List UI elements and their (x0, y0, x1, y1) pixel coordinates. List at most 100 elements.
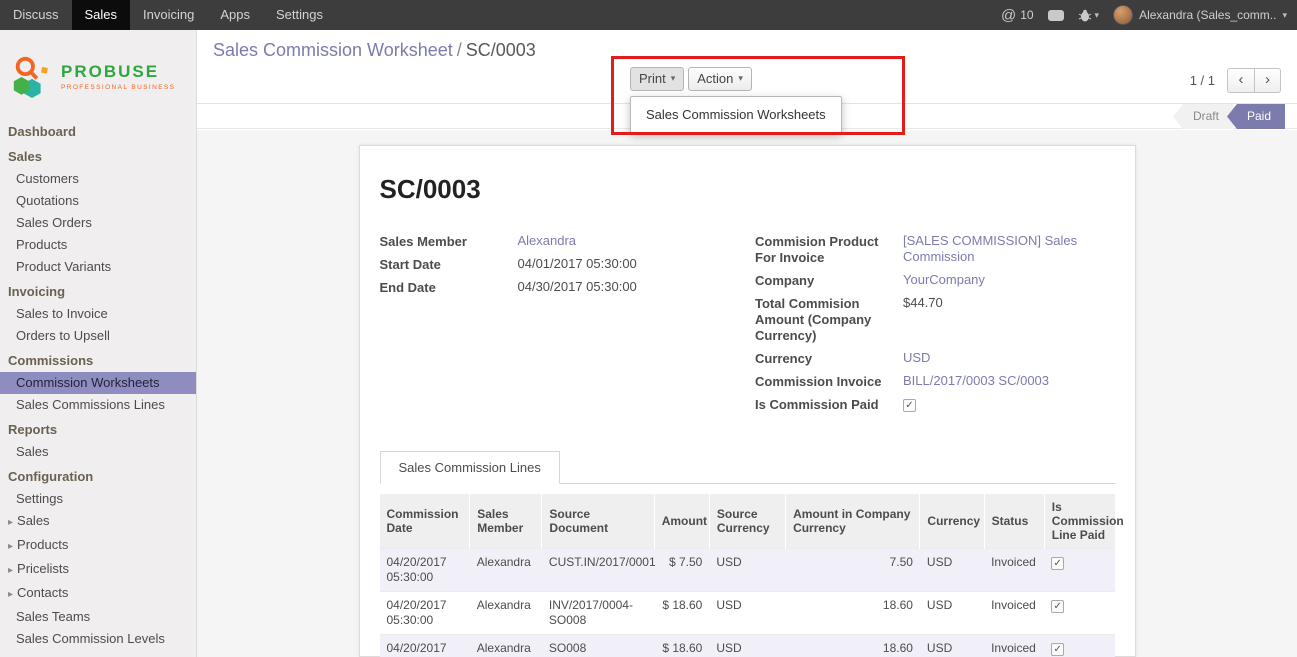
toolbar: Print ▾ Action ▾ (630, 67, 756, 91)
avatar (1113, 5, 1133, 25)
chevron-down-icon: ▾ (1095, 10, 1100, 21)
pager: 1 / 1 ‹ › (1190, 68, 1281, 93)
breadcrumb-parent-link[interactable]: Sales Commission Worksheet (213, 40, 453, 60)
table-header-row: Commission Date Sales Member Source Docu… (380, 494, 1115, 549)
menu-invoicing[interactable]: Invoicing (130, 0, 207, 30)
sidebar-item-config-products[interactable]: ▸Products (0, 534, 196, 558)
status-paid[interactable]: Paid (1227, 104, 1285, 129)
cell-source-document: SO008 (542, 635, 654, 657)
user-menu[interactable]: Alexandra (Sales_comm.. ▾ (1113, 5, 1287, 25)
field-row: Currency USD (755, 350, 1115, 367)
sidebar-section-invoicing[interactable]: Invoicing (0, 278, 196, 303)
sidebar-item-sales-commissions-lines[interactable]: Sales Commissions Lines (0, 394, 196, 416)
sidebar-item-orders-to-upsell[interactable]: Orders to Upsell (0, 325, 196, 347)
field-row: Commission Invoice BILL/2017/0003 SC/000… (755, 373, 1115, 390)
sidebar-section-sales[interactable]: Sales (0, 143, 196, 168)
checked-checkbox-icon: ✓ (1051, 557, 1064, 570)
column-header-amount[interactable]: Amount (654, 494, 709, 549)
announcements-button[interactable]: @ 10 (1001, 7, 1034, 24)
breadcrumb: Sales Commission Worksheet/SC/0003 (213, 40, 536, 61)
cell-amount: $ 18.60 (654, 592, 709, 635)
debug-menu[interactable]: ▾ (1078, 9, 1100, 22)
cell-amount-company: 7.50 (786, 549, 920, 592)
column-header-commission-date[interactable]: Commission Date (380, 494, 470, 549)
mention-count: 10 (1020, 8, 1033, 22)
sidebar-item-customers[interactable]: Customers (0, 168, 196, 190)
sidebar-item-sales-commission-levels[interactable]: Sales Commission Levels (0, 628, 196, 650)
status-draft[interactable]: Draft (1173, 104, 1233, 129)
checked-checkbox-icon: ✓ (1051, 600, 1064, 613)
sidebar-section-dashboard[interactable]: Dashboard (0, 118, 196, 143)
column-header-amount-company[interactable]: Amount in Company Currency (786, 494, 920, 549)
field-row: End Date 04/30/2017 05:30:00 (380, 279, 748, 296)
sidebar-item-product-variants[interactable]: Product Variants (0, 256, 196, 278)
table-row[interactable]: 04/20/2017 05:30:00 Alexandra CUST.IN/20… (380, 549, 1115, 592)
cell-commission-date: 04/20/2017 05:30:00 (380, 549, 470, 592)
sidebar-item-quotations[interactable]: Quotations (0, 190, 196, 212)
probuse-logo: PROBUSE PROFESSIONAL BUSINESS (0, 30, 196, 118)
pager-next-button[interactable]: › (1254, 68, 1281, 93)
sidebar-section-configuration[interactable]: Configuration (0, 463, 196, 488)
statusbar: Draft Paid (1173, 104, 1285, 129)
field-value-company[interactable]: YourCompany (903, 272, 985, 287)
column-header-source-currency[interactable]: Source Currency (709, 494, 785, 549)
cell-currency: USD (920, 592, 984, 635)
sidebar-item-label: Pricelists (17, 561, 69, 576)
sidebar-item-commission-worksheets[interactable]: Commission Worksheets (0, 372, 196, 394)
table-row[interactable]: 04/20/2017 10:35:53 Alexandra SO008 $ 18… (380, 635, 1115, 657)
table-row[interactable]: 04/20/2017 05:30:00 Alexandra INV/2017/0… (380, 592, 1115, 635)
form-fields: Sales Member Alexandra Start Date 04/01/… (380, 233, 1115, 419)
sidebar-item-pricelists[interactable]: ▸ Pricelists (0, 558, 196, 582)
sidebar-section-commissions[interactable]: Commissions (0, 347, 196, 372)
menu-item-sales-commission-worksheets[interactable]: Sales Commission Worksheets (631, 101, 841, 128)
sidebar-item-config-sales[interactable]: ▸Sales (0, 510, 196, 534)
top-navbar: Discuss Sales Invoicing Apps Settings @ … (0, 0, 1297, 30)
column-header-sales-member[interactable]: Sales Member (470, 494, 542, 549)
field-row: Commision Product For Invoice [SALES COM… (755, 233, 1115, 266)
cell-line-paid: ✓ (1044, 549, 1114, 592)
sidebar-item-settings[interactable]: Settings (0, 488, 196, 510)
action-button[interactable]: Action ▾ (688, 67, 752, 91)
cell-source-document: CUST.IN/2017/0001 (542, 549, 654, 592)
cell-status: Invoiced (984, 592, 1044, 635)
chevron-right-icon: › (1265, 71, 1270, 88)
menu-discuss[interactable]: Discuss (0, 0, 72, 30)
column-header-source-document[interactable]: Source Document (542, 494, 654, 549)
column-header-currency[interactable]: Currency (920, 494, 984, 549)
field-row: Total Commision Amount (Company Currency… (755, 295, 1115, 344)
field-value-sales-member[interactable]: Alexandra (518, 233, 577, 248)
sidebar-item-label: Contacts (17, 585, 68, 600)
field-value-total-commission: $44.70 (903, 295, 943, 344)
menu-sales[interactable]: Sales (72, 0, 131, 30)
print-dropdown-menu: Sales Commission Worksheets (630, 96, 842, 133)
chat-icon[interactable] (1048, 10, 1064, 21)
cell-sales-member: Alexandra (470, 635, 542, 657)
chevron-right-icon: ▸ (8, 565, 13, 576)
column-header-status[interactable]: Status (984, 494, 1044, 549)
checked-checkbox-icon: ✓ (903, 399, 916, 412)
control-panel: Sales Commission Worksheet/SC/0003 Print… (197, 30, 1297, 104)
print-button[interactable]: Print ▾ (630, 67, 684, 91)
record-title: SC/0003 (380, 174, 1115, 205)
sidebar-item-sales-orders[interactable]: Sales Orders (0, 212, 196, 234)
column-header-line-paid[interactable]: Is Commission Line Paid (1044, 494, 1114, 549)
cell-source-currency: USD (709, 549, 785, 592)
sidebar-item-reports-sales[interactable]: Sales (0, 441, 196, 463)
menu-settings[interactable]: Settings (263, 0, 336, 30)
pager-previous-button[interactable]: ‹ (1227, 68, 1254, 93)
menu-apps[interactable]: Apps (207, 0, 263, 30)
tab-sales-commission-lines[interactable]: Sales Commission Lines (380, 451, 560, 484)
commission-lines-table: Commission Date Sales Member Source Docu… (380, 494, 1115, 657)
sidebar-item-products[interactable]: Products (0, 234, 196, 256)
sidebar-item-sales-to-invoice[interactable]: Sales to Invoice (0, 303, 196, 325)
chevron-right-icon: ▸ (8, 541, 13, 552)
sidebar-item-sales-teams[interactable]: Sales Teams (0, 606, 196, 628)
field-value-start-date: 04/01/2017 05:30:00 (518, 256, 637, 273)
sidebar-item-contacts[interactable]: ▸Contacts (0, 582, 196, 606)
field-label-sales-member: Sales Member (380, 233, 518, 250)
field-value-currency[interactable]: USD (903, 350, 930, 365)
field-row: Start Date 04/01/2017 05:30:00 (380, 256, 748, 273)
sidebar-section-reports[interactable]: Reports (0, 416, 196, 441)
field-value-commission-invoice[interactable]: BILL/2017/0003 SC/0003 (903, 373, 1049, 388)
field-value-commission-product[interactable]: [SALES COMMISSION] Sales Commission (903, 233, 1077, 264)
